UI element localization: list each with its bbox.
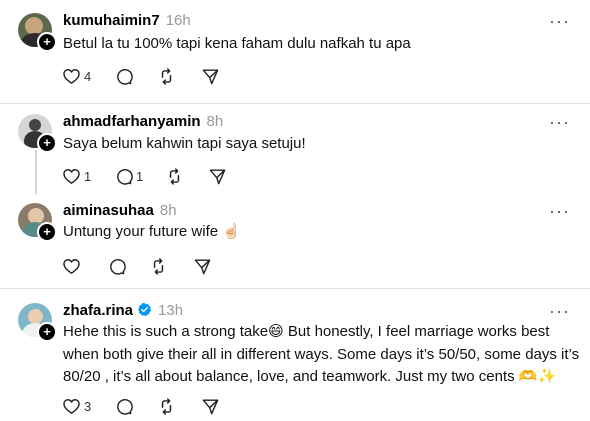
verified-badge-icon (138, 302, 152, 317)
share-button[interactable] (193, 256, 212, 276)
send-icon (208, 167, 227, 186)
follow-plus-icon[interactable]: + (37, 222, 57, 242)
post-text: Untung your future wife ☝🏻 (63, 223, 241, 240)
comment-icon (114, 167, 133, 186)
timestamp: 16h (165, 12, 191, 29)
reply-button[interactable] (114, 66, 133, 86)
like-button[interactable]: 3 (62, 396, 91, 416)
like-count: 1 (84, 168, 92, 184)
send-icon (193, 257, 212, 276)
comment-icon (107, 257, 126, 276)
like-count: 3 (84, 398, 92, 414)
timestamp: 13h (158, 302, 184, 319)
like-button[interactable]: 1 (62, 166, 91, 186)
repost-button[interactable] (157, 66, 176, 86)
post-text-line: when both give their all in different wa… (63, 345, 580, 363)
repost-button[interactable] (165, 166, 184, 186)
repost-button[interactable] (157, 396, 176, 416)
timestamp: 8h (159, 202, 177, 219)
more-icon[interactable]: ··· (549, 12, 570, 30)
post-text: Saya belum kahwin tapi saya setuju! (63, 135, 306, 152)
post-text: Hehe this is such a strong take😄 But hon… (63, 321, 579, 389)
repost-button[interactable] (149, 256, 168, 276)
reply-post-2: + ahmadfarhanyamin 8h ··· Saya belum kahw… (0, 104, 590, 194)
reply-post-4: + zhafa.rina 13h ··· Hehe this is such a … (0, 289, 590, 421)
share-button[interactable] (201, 396, 220, 416)
more-icon[interactable]: ··· (549, 302, 570, 320)
username[interactable]: ahmadfarhanyamin 8h (63, 113, 223, 130)
follow-plus-icon[interactable]: + (37, 322, 57, 342)
more-icon[interactable]: ··· (549, 202, 570, 220)
thread-line (35, 150, 37, 194)
post-text: Betul la tu 100% tapi kena faham dulu na… (63, 35, 411, 52)
like-count: 4 (84, 68, 92, 84)
comment-icon (114, 397, 133, 416)
reply-post-3: + aiminasuhaa 8h ··· Untung your future w… (0, 194, 590, 288)
reply-count: 1 (136, 168, 144, 184)
reply-button[interactable] (107, 256, 126, 276)
repost-icon (157, 397, 176, 416)
post-text-line: Hehe this is such a strong take😄 But hon… (63, 323, 550, 340)
send-icon (201, 397, 220, 416)
username-text[interactable]: zhafa.rina (63, 302, 133, 319)
heart-icon (62, 67, 81, 86)
post-text-line: 80/20 , it’s all about balance, love, an… (63, 368, 557, 385)
username-text[interactable]: aiminasuhaa (63, 202, 154, 219)
heart-icon (62, 257, 81, 276)
username[interactable]: zhafa.rina 13h (63, 302, 183, 319)
username[interactable]: kumuhaimin7 16h (63, 12, 191, 29)
share-button[interactable] (201, 66, 220, 86)
follow-plus-icon[interactable]: + (37, 133, 57, 153)
send-icon (201, 67, 220, 86)
heart-icon (62, 397, 81, 416)
heart-icon (62, 167, 81, 186)
username-text[interactable]: kumuhaimin7 (63, 12, 160, 29)
more-icon[interactable]: ··· (549, 113, 570, 131)
reply-post-1: + kumuhaimin7 16h ··· Betul la tu 100% ta… (0, 0, 590, 104)
share-button[interactable] (208, 166, 227, 186)
repost-icon (165, 167, 184, 186)
like-button[interactable] (62, 256, 81, 276)
reply-button[interactable]: 1 (114, 166, 143, 186)
like-button[interactable]: 4 (62, 66, 91, 86)
comment-icon (114, 67, 133, 86)
repost-icon (149, 257, 168, 276)
username[interactable]: aiminasuhaa 8h (63, 202, 177, 219)
timestamp: 8h (206, 113, 224, 130)
username-text[interactable]: ahmadfarhanyamin (63, 113, 201, 130)
repost-icon (157, 67, 176, 86)
reply-button[interactable] (114, 396, 133, 416)
follow-plus-icon[interactable]: + (37, 32, 57, 52)
